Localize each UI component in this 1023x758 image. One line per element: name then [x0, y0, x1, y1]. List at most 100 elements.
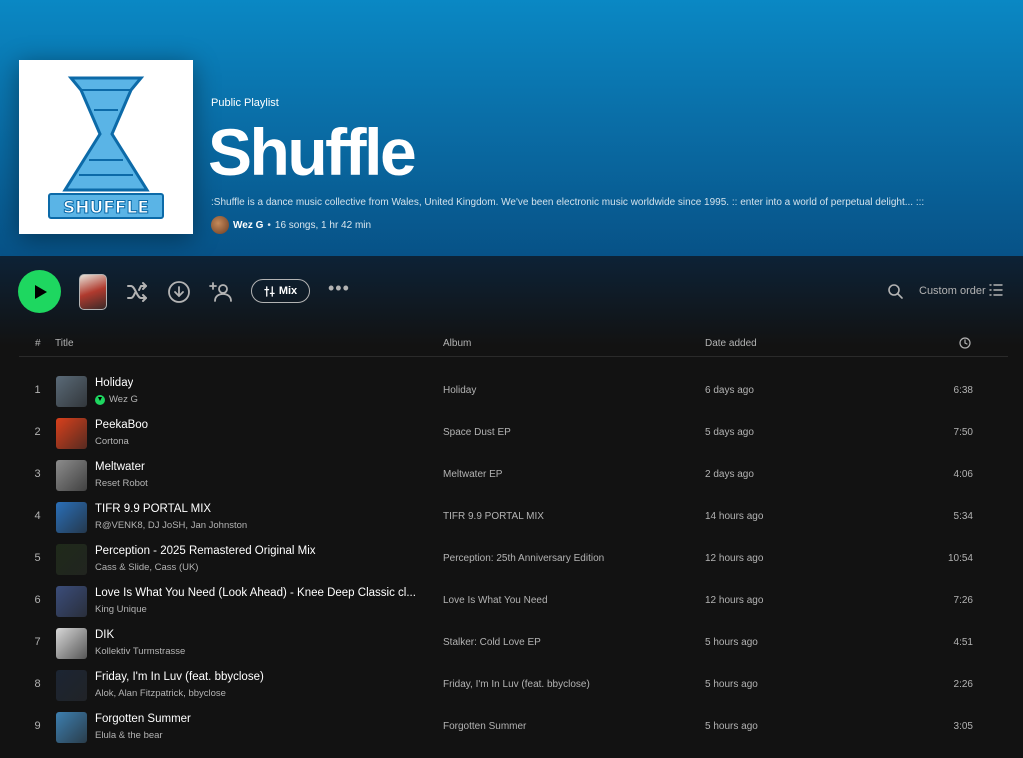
col-date-added[interactable]: Date added	[705, 338, 757, 349]
list-icon	[989, 284, 1003, 296]
track-artist-line: Wez G	[95, 394, 138, 405]
track-date-added: 5 days ago	[705, 427, 754, 438]
track-row[interactable]: 4 TIFR 9.9 PORTAL MIX R@VENK8, DJ JoSH, …	[19, 497, 1008, 539]
invite-collaborator-button[interactable]	[208, 279, 234, 305]
mix-button[interactable]: Mix	[251, 279, 310, 303]
track-title[interactable]: Holiday	[95, 377, 133, 389]
track-row[interactable]: 8 Friday, I'm In Luv (feat. bbyclose) Al…	[19, 665, 1008, 707]
track-number: 2	[34, 426, 41, 438]
search-in-playlist-button[interactable]	[886, 282, 904, 300]
owner-name-link[interactable]: Wez G	[233, 220, 263, 231]
col-title[interactable]: Title	[55, 338, 74, 349]
track-row[interactable]: 7 DIK Kollektiv Turmstrasse Stalker: Col…	[19, 623, 1008, 665]
track-album[interactable]: Love Is What You Need	[443, 595, 548, 606]
track-artist[interactable]: Reset Robot	[95, 478, 148, 489]
track-artwork	[56, 628, 87, 659]
track-row[interactable]: 2 PeekaBoo Cortona Space Dust EP 5 days …	[19, 413, 1008, 455]
track-row[interactable]: 9 Forgotten Summer Elula & the bear Forg…	[19, 707, 1008, 749]
track-artwork	[56, 586, 87, 617]
col-duration[interactable]	[959, 337, 971, 352]
track-album[interactable]: TIFR 9.9 PORTAL MIX	[443, 511, 544, 522]
track-artwork	[56, 502, 87, 533]
track-artist[interactable]: R@VENK8, DJ JoSH, Jan Johnston	[95, 520, 247, 531]
track-date-added: 6 days ago	[705, 385, 754, 396]
downloaded-icon	[95, 394, 105, 405]
shuffle-button[interactable]	[124, 279, 150, 305]
track-artist[interactable]: Cortona	[95, 436, 129, 447]
action-bar: Mix ••• Custom order	[0, 268, 1023, 316]
list-view-toggle[interactable]	[989, 283, 1003, 297]
track-artist[interactable]: Elula & the bear	[95, 730, 163, 741]
track-album[interactable]: Stalker: Cold Love EP	[443, 637, 541, 648]
track-number: 4	[34, 510, 41, 522]
track-artist[interactable]: Cass & Slide, Cass (UK)	[95, 562, 198, 573]
track-duration: 3:05	[953, 721, 973, 732]
track-title[interactable]: Meltwater	[95, 461, 145, 473]
sort-order-button[interactable]: Custom order	[919, 285, 986, 297]
track-album[interactable]: Perception: 25th Anniversary Edition	[443, 553, 604, 564]
playlist-cover[interactable]: SHUFFLE	[19, 60, 193, 234]
track-duration: 6:38	[953, 385, 973, 396]
track-date-added: 5 hours ago	[705, 721, 758, 732]
playlist-type: Public Playlist	[211, 97, 279, 109]
playlist-header: SHUFFLE Public Playlist Shuffle :Shuffle…	[0, 0, 1023, 256]
shuffle-logo-icon: SHUFFLE	[19, 60, 193, 234]
play-icon	[35, 284, 47, 299]
track-number: 7	[34, 636, 41, 648]
track-number: 8	[34, 678, 41, 690]
track-album[interactable]: Forgotten Summer	[443, 721, 526, 732]
track-album[interactable]: Space Dust EP	[443, 427, 511, 438]
track-artwork	[56, 376, 87, 407]
track-title[interactable]: TIFR 9.9 PORTAL MIX	[95, 503, 211, 515]
track-number: 5	[34, 552, 41, 564]
track-title[interactable]: Forgotten Summer	[95, 713, 191, 725]
track-row[interactable]: 3 Meltwater Reset Robot Meltwater EP 2 d…	[19, 455, 1008, 497]
meta-separator: •	[267, 219, 271, 231]
track-artist[interactable]: Kollektiv Turmstrasse	[95, 646, 185, 657]
track-row[interactable]: 1 Holiday Wez G Holiday 6 days ago 6:38	[19, 371, 1008, 413]
track-duration: 4:51	[953, 637, 973, 648]
track-artist[interactable]: King Unique	[95, 604, 147, 615]
track-duration: 7:26	[953, 595, 973, 606]
mix-label: Mix	[278, 285, 298, 297]
track-duration: 10:54	[947, 553, 973, 564]
track-album[interactable]: Holiday	[443, 385, 476, 396]
track-artwork	[56, 712, 87, 743]
col-album[interactable]: Album	[443, 338, 471, 349]
download-button[interactable]	[166, 279, 192, 305]
track-number: 1	[34, 384, 41, 396]
track-row[interactable]: 5 Perception - 2025 Remastered Original …	[19, 539, 1008, 581]
track-date-added: 14 hours ago	[705, 511, 764, 522]
track-row[interactable]: 6 Love Is What You Need (Look Ahead) - K…	[19, 581, 1008, 623]
track-artist[interactable]: Alok, Alan Fitzpatrick, bbyclose	[95, 688, 226, 699]
track-title[interactable]: DIK	[95, 629, 114, 641]
track-date-added: 2 days ago	[705, 469, 754, 480]
track-artwork	[56, 670, 87, 701]
track-title[interactable]: Perception - 2025 Remastered Original Mi…	[95, 545, 316, 557]
track-artwork	[56, 544, 87, 575]
clock-icon	[959, 337, 971, 349]
track-date-added: 12 hours ago	[705, 553, 764, 564]
more-options-button[interactable]: •••	[328, 278, 350, 299]
search-icon	[888, 284, 903, 299]
play-button[interactable]	[18, 270, 61, 313]
download-icon	[168, 281, 190, 303]
svg-text:SHUFFLE: SHUFFLE	[63, 198, 149, 218]
playlist-meta: Wez G • 16 songs, 1 hr 42 min	[211, 216, 371, 234]
track-album[interactable]: Friday, I'm In Luv (feat. bbyclose)	[443, 679, 590, 690]
track-table-header: # Title Album Date added	[19, 333, 1008, 357]
playlist-description: :Shuffle is a dance music collective fro…	[211, 197, 925, 208]
track-artwork	[56, 418, 87, 449]
track-list: 1 Holiday Wez G Holiday 6 days ago 6:38 …	[19, 371, 1008, 749]
track-album[interactable]: Meltwater EP	[443, 469, 502, 480]
track-duration: 2:26	[953, 679, 973, 690]
preview-cover-button[interactable]	[79, 274, 107, 310]
add-user-icon	[209, 282, 232, 302]
track-title[interactable]: Love Is What You Need (Look Ahead) - Kne…	[95, 587, 416, 599]
owner-avatar[interactable]	[211, 216, 229, 234]
track-number: 6	[34, 594, 41, 606]
track-number: 3	[34, 468, 41, 480]
track-title[interactable]: Friday, I'm In Luv (feat. bbyclose)	[95, 671, 264, 683]
track-title[interactable]: PeekaBoo	[95, 419, 148, 431]
track-artist[interactable]: Wez G	[109, 394, 138, 405]
